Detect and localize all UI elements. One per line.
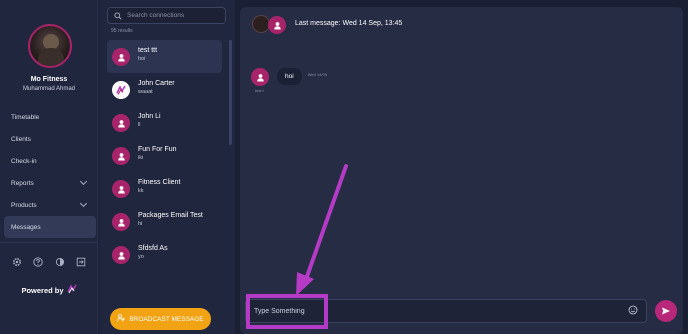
user-icon bbox=[117, 53, 125, 61]
sidebar-item-clients[interactable]: Clients bbox=[4, 128, 96, 150]
gear-icon[interactable] bbox=[12, 254, 22, 272]
connection-avatar bbox=[112, 147, 130, 165]
sidebar-tools bbox=[0, 242, 98, 282]
sidebar-item-label: Clients bbox=[11, 135, 31, 143]
connection-name: John Li bbox=[138, 113, 161, 120]
user-name: Muhammad Ahmad bbox=[22, 86, 76, 92]
gym-name: Mo Fitness bbox=[30, 76, 68, 83]
connection-item[interactable]: John Li ll bbox=[107, 106, 222, 139]
sidebar-item-reports[interactable]: Reports bbox=[4, 172, 96, 194]
participants-avatars bbox=[252, 15, 288, 35]
connection-text: John Carter waaat bbox=[138, 79, 175, 95]
sidebar-item-messages[interactable]: Messages bbox=[4, 216, 96, 238]
last-message-time: Last message: Wed 14 Sep, 13:45 bbox=[295, 19, 403, 27]
connection-last-message: kk bbox=[138, 188, 144, 194]
sidebar-item-label: Check-in bbox=[11, 157, 37, 165]
broadcast-message-button[interactable]: BROADCAST MESSAGE bbox=[110, 308, 211, 330]
connection-name: Fun For Fun bbox=[138, 146, 177, 153]
connection-item[interactable]: Sfdsfd As yo bbox=[107, 238, 222, 271]
chat-header: Last message: Wed 14 Sep, 13:45 bbox=[240, 7, 683, 43]
connection-name: John Carter bbox=[138, 80, 175, 87]
connection-last-message: waaat bbox=[138, 89, 153, 95]
search-input[interactable] bbox=[127, 12, 222, 19]
send-icon bbox=[662, 307, 670, 315]
connection-avatar bbox=[112, 246, 130, 264]
connection-last-message: ll bbox=[138, 122, 141, 128]
connection-text: Packages Email Test hi bbox=[138, 211, 203, 227]
connection-name: Sfdsfd As bbox=[138, 245, 168, 252]
profile-avatar[interactable] bbox=[28, 24, 72, 68]
sidebar-item-label: Messages bbox=[11, 223, 41, 231]
users-icon bbox=[117, 314, 126, 324]
user-icon bbox=[117, 185, 125, 193]
user-icon bbox=[117, 218, 125, 226]
connection-item[interactable]: Fun For Fun iki bbox=[107, 139, 222, 172]
sidebar-item-timetable[interactable]: Timetable bbox=[4, 106, 96, 128]
user-icon bbox=[117, 251, 125, 259]
connection-avatar bbox=[112, 180, 130, 198]
sidebar-item-check-in[interactable]: Check-in bbox=[4, 150, 96, 172]
connection-item[interactable]: Fitness Client kk bbox=[107, 172, 222, 205]
connection-item[interactable]: John Carter waaat bbox=[107, 73, 222, 106]
message-time: Wed 14/09 bbox=[307, 72, 327, 77]
search-box bbox=[107, 7, 226, 24]
brand-logo-icon bbox=[116, 85, 126, 95]
connection-last-message: hi bbox=[138, 221, 143, 227]
theme-icon[interactable] bbox=[55, 254, 65, 272]
chat-panel: Last message: Wed 14 Sep, 13:45 test t h… bbox=[240, 7, 683, 334]
avatar bbox=[268, 16, 286, 34]
sidebar-nav: Timetable Clients Check-in Reports Produ… bbox=[4, 106, 96, 238]
connection-avatar bbox=[112, 81, 130, 99]
sidebar-item-label: Products bbox=[11, 201, 37, 209]
connection-avatar bbox=[112, 48, 130, 66]
sidebar-item-label: Timetable bbox=[11, 113, 40, 121]
results-count: 95 results bbox=[111, 28, 133, 34]
connection-text: John Li ll bbox=[138, 112, 161, 128]
connections-scrollbar[interactable] bbox=[229, 40, 232, 145]
connection-avatar bbox=[112, 114, 130, 132]
logout-icon[interactable] bbox=[76, 254, 86, 272]
connection-name: Fitness Client bbox=[138, 179, 181, 186]
emoji-icon[interactable] bbox=[628, 302, 638, 320]
help-icon[interactable] bbox=[33, 254, 43, 272]
sidebar: Mo Fitness Muhammad Ahmad Timetable Clie… bbox=[0, 0, 98, 334]
broadcast-label: BROADCAST MESSAGE bbox=[129, 315, 204, 323]
connection-text: Sfdsfd As yo bbox=[138, 244, 168, 260]
brand-logo-icon bbox=[66, 284, 77, 296]
user-icon bbox=[117, 152, 125, 160]
connections-panel: 95 results test ttthoiJohn CarterwaaatJo… bbox=[99, 0, 235, 334]
user-icon bbox=[273, 21, 281, 29]
connection-item[interactable]: test ttt hoi bbox=[107, 40, 222, 73]
connection-text: test ttt hoi bbox=[138, 46, 157, 62]
annotation-highlight-box bbox=[246, 294, 328, 329]
sender-avatar bbox=[251, 68, 269, 86]
connection-last-message: hoi bbox=[138, 56, 146, 62]
sidebar-item-label: Reports bbox=[11, 179, 34, 187]
connection-text: Fun For Fun iki bbox=[138, 145, 177, 161]
send-button[interactable] bbox=[655, 300, 677, 322]
chevron-down-icon bbox=[79, 199, 88, 208]
powered-by-label: Powered by bbox=[21, 285, 64, 295]
connection-last-message: iki bbox=[138, 155, 144, 161]
powered-by: Powered by bbox=[0, 284, 98, 296]
message-row: test t hoi Wed 14/09 bbox=[251, 68, 327, 93]
connection-list: test ttt hoi John Carter waaat John Li ll Fun … bbox=[107, 40, 222, 271]
message-sender: test t bbox=[255, 88, 264, 93]
connection-item[interactable]: Packages Email Test hi bbox=[107, 205, 222, 238]
user-icon bbox=[256, 73, 264, 81]
sidebar-item-products[interactable]: Products bbox=[4, 194, 96, 216]
user-icon bbox=[117, 119, 125, 127]
search-icon bbox=[114, 7, 122, 25]
connection-last-message: yo bbox=[138, 254, 144, 260]
connection-name: Packages Email Test bbox=[138, 212, 203, 219]
connection-avatar bbox=[112, 213, 130, 231]
chevron-down-icon bbox=[79, 177, 88, 186]
connection-name: test ttt bbox=[138, 47, 158, 54]
message-bubble: hoi bbox=[277, 68, 302, 85]
connection-text: Fitness Client kk bbox=[138, 178, 180, 194]
